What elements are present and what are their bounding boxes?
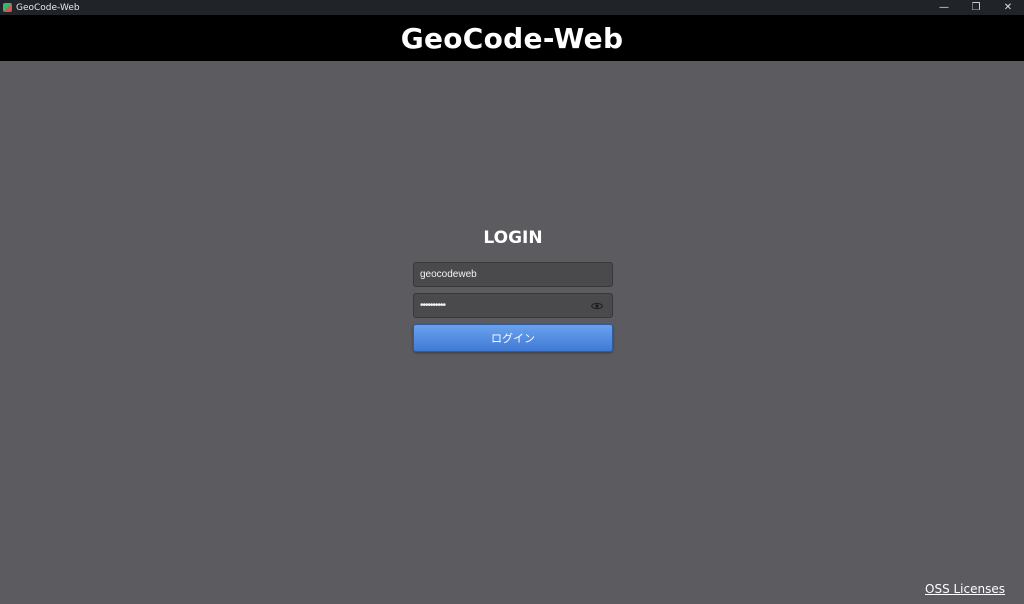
login-form: LOGIN ログイン — [413, 226, 613, 352]
minimize-icon[interactable]: — — [928, 0, 960, 15]
window-title: GeoCode-Web — [16, 2, 80, 13]
login-heading: LOGIN — [483, 228, 543, 248]
app-title: GeoCode-Web — [400, 21, 624, 55]
login-button[interactable]: ログイン — [413, 324, 613, 352]
eye-icon[interactable] — [591, 301, 603, 311]
username-field-wrapper — [413, 262, 613, 287]
oss-licenses-link[interactable]: OSS Licenses — [925, 582, 1005, 596]
app-icon — [3, 3, 12, 12]
password-field-wrapper — [413, 293, 613, 318]
close-icon[interactable]: ✕ — [992, 0, 1024, 15]
app-header: GeoCode-Web — [0, 15, 1024, 61]
window-titlebar: GeoCode-Web — ❐ ✕ — [0, 0, 1024, 15]
window-controls: — ❐ ✕ — [928, 0, 1024, 15]
username-input[interactable] — [414, 263, 612, 286]
restore-icon[interactable]: ❐ — [960, 0, 992, 15]
password-input[interactable] — [414, 294, 612, 317]
